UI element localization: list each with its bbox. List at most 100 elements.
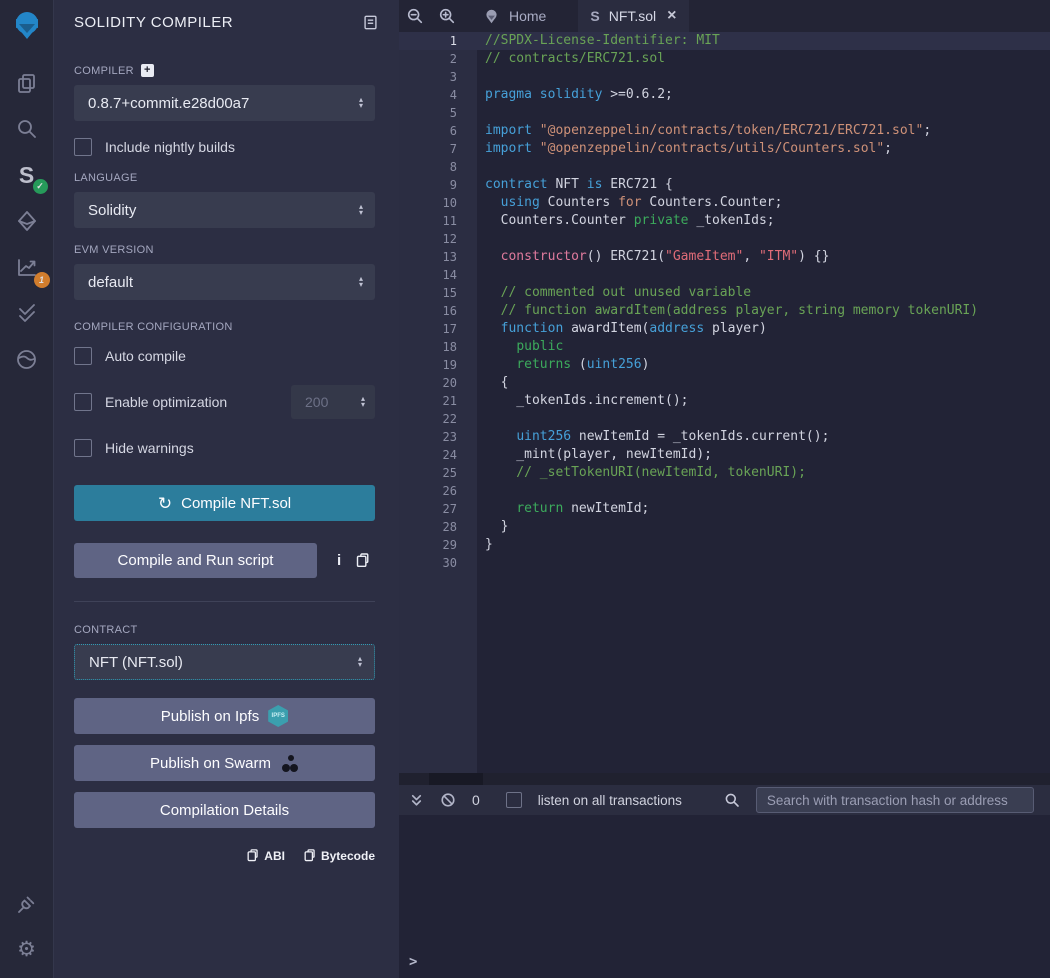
code-line[interactable]: 29}	[399, 536, 1050, 554]
hide-warnings-checkbox[interactable]	[74, 439, 92, 457]
compile-and-run-button[interactable]: Compile and Run script	[74, 543, 317, 578]
terminal-output[interactable]: >	[399, 815, 1050, 978]
compilation-details-button[interactable]: Compilation Details	[74, 792, 375, 828]
collapse-terminal-icon[interactable]	[409, 793, 424, 808]
code-line[interactable]: 28 }	[399, 518, 1050, 536]
sidebar-item-plugin-manager[interactable]	[10, 886, 44, 920]
copy-bytecode-button[interactable]: Bytecode	[303, 848, 375, 863]
publish-swarm-button[interactable]: Publish on Swarm	[74, 745, 375, 781]
remix-logo-icon	[8, 7, 46, 45]
code-text: _mint(player, newItemId);	[477, 446, 712, 464]
publish-swarm-label: Publish on Swarm	[150, 755, 271, 772]
analytics-count-badge: 1	[34, 272, 50, 288]
optimization-runs-input[interactable]: 200 ▴▾	[291, 385, 375, 419]
code-line[interactable]: 12	[399, 230, 1050, 248]
code-line[interactable]: 26	[399, 482, 1050, 500]
code-text: return newItemId;	[477, 500, 649, 518]
search-icon	[15, 117, 39, 141]
code-text: Counters.Counter private _tokenIds;	[477, 212, 775, 230]
sidebar-item-analytics[interactable]: 1	[10, 250, 44, 284]
copy-abi-button[interactable]: ABI	[246, 848, 285, 863]
code-line[interactable]: 2// contracts/ERC721.sol	[399, 50, 1050, 68]
language-select[interactable]: Solidity ▴▾	[74, 192, 375, 228]
abi-label: ABI	[264, 849, 285, 863]
code-line[interactable]: 27 return newItemId;	[399, 500, 1050, 518]
sidebar-item-settings[interactable]: ⚙	[10, 932, 44, 966]
code-line[interactable]: 3	[399, 68, 1050, 86]
code-line[interactable]: 5	[399, 104, 1050, 122]
code-line[interactable]: 13 constructor() ERC721("GameItem", "ITM…	[399, 248, 1050, 266]
solidity-compiler-icon: S	[19, 164, 34, 187]
remix-logo[interactable]	[5, 4, 49, 48]
compilation-details-label: Compilation Details	[160, 802, 289, 819]
code-line[interactable]: 25 // _setTokenURI(newItemId, tokenURI);	[399, 464, 1050, 482]
sidebar-item-analyzer[interactable]	[10, 342, 44, 376]
close-tab-icon[interactable]: ×	[667, 7, 676, 25]
contract-value: NFT (NFT.sol)	[89, 654, 183, 671]
horizontal-scrollbar[interactable]	[399, 773, 1050, 785]
code-text: constructor() ERC721("GameItem", "ITM") …	[477, 248, 829, 266]
code-text	[477, 158, 485, 176]
zoom-in-button[interactable]	[431, 0, 463, 32]
code-line[interactable]: 17 function awardItem(address player)	[399, 320, 1050, 338]
code-line[interactable]: 18 public	[399, 338, 1050, 356]
info-icon[interactable]: i	[337, 552, 341, 569]
contract-select[interactable]: NFT (NFT.sol) ▴▾	[74, 644, 375, 680]
code-text: //SPDX-License-Identifier: MIT	[477, 32, 720, 50]
scrollbar-thumb[interactable]	[429, 773, 483, 785]
line-number: 9	[399, 176, 477, 194]
documentation-icon[interactable]	[362, 14, 379, 31]
line-number: 16	[399, 302, 477, 320]
nightly-builds-checkbox[interactable]	[74, 138, 92, 156]
language-value: Solidity	[88, 202, 136, 219]
code-line[interactable]: 7import "@openzeppelin/contracts/utils/C…	[399, 140, 1050, 158]
code-line[interactable]: 6import "@openzeppelin/contracts/token/E…	[399, 122, 1050, 140]
sidebar-item-file-explorer[interactable]	[10, 66, 44, 100]
line-number: 3	[399, 68, 477, 86]
code-line[interactable]: 8	[399, 158, 1050, 176]
code-line[interactable]: 24 _mint(player, newItemId);	[399, 446, 1050, 464]
code-editor[interactable]: 1//SPDX-License-Identifier: MIT2// contr…	[399, 32, 1050, 773]
code-line[interactable]: 14	[399, 266, 1050, 284]
home-tab-icon	[483, 8, 500, 25]
line-number: 23	[399, 428, 477, 446]
enable-optimization-checkbox[interactable]	[74, 393, 92, 411]
code-line[interactable]: 20 {	[399, 374, 1050, 392]
code-line[interactable]: 11 Counters.Counter private _tokenIds;	[399, 212, 1050, 230]
line-number: 1	[399, 32, 477, 50]
code-line[interactable]: 22	[399, 410, 1050, 428]
tab-home[interactable]: Home	[471, 0, 558, 32]
terminal-search-input[interactable]	[756, 787, 1034, 813]
code-line[interactable]: 21 _tokenIds.increment();	[399, 392, 1050, 410]
tab-nft-sol[interactable]: S NFT.sol ×	[578, 0, 688, 32]
code-line[interactable]: 1//SPDX-License-Identifier: MIT	[399, 32, 1050, 50]
code-line[interactable]: 19 returns (uint256)	[399, 356, 1050, 374]
solidity-compiler-panel: SOLIDITY COMPILER COMPILER + 0.8.7+commi…	[54, 0, 399, 978]
divider	[74, 601, 375, 602]
code-line[interactable]: 4pragma solidity >=0.6.2;	[399, 86, 1050, 104]
sidebar-item-deploy-run[interactable]	[10, 204, 44, 238]
compiler-version-select[interactable]: 0.8.7+commit.e28d00a7 ▴▾	[74, 85, 375, 121]
code-text	[477, 68, 485, 86]
publish-ipfs-button[interactable]: Publish on Ipfs IPFS	[74, 698, 375, 734]
zoom-out-button[interactable]	[399, 0, 431, 32]
auto-compile-checkbox[interactable]	[74, 347, 92, 365]
sidebar-item-solidity-compiler[interactable]: S ✓	[10, 158, 44, 192]
code-line[interactable]: 16 // function awardItem(address player,…	[399, 302, 1050, 320]
line-number: 13	[399, 248, 477, 266]
code-line[interactable]: 23 uint256 newItemId = _tokenIds.current…	[399, 428, 1050, 446]
compile-button[interactable]: ↻ Compile NFT.sol	[74, 485, 375, 521]
code-line[interactable]: 10 using Counters for Counters.Counter;	[399, 194, 1050, 212]
code-text: public	[477, 338, 563, 356]
code-line[interactable]: 30	[399, 554, 1050, 572]
copy-icon[interactable]	[355, 552, 370, 569]
sidebar-item-unit-testing[interactable]	[10, 296, 44, 330]
clear-terminal-icon[interactable]	[440, 792, 456, 808]
sidebar-item-search[interactable]	[10, 112, 44, 146]
add-compiler-icon[interactable]: +	[141, 64, 154, 77]
listen-transactions-checkbox[interactable]	[506, 792, 522, 808]
evm-version-select[interactable]: default ▴▾	[74, 264, 375, 300]
code-line[interactable]: 15 // commented out unused variable	[399, 284, 1050, 302]
compiler-configuration-label: COMPILER CONFIGURATION	[74, 321, 375, 333]
code-line[interactable]: 9contract NFT is ERC721 {	[399, 176, 1050, 194]
